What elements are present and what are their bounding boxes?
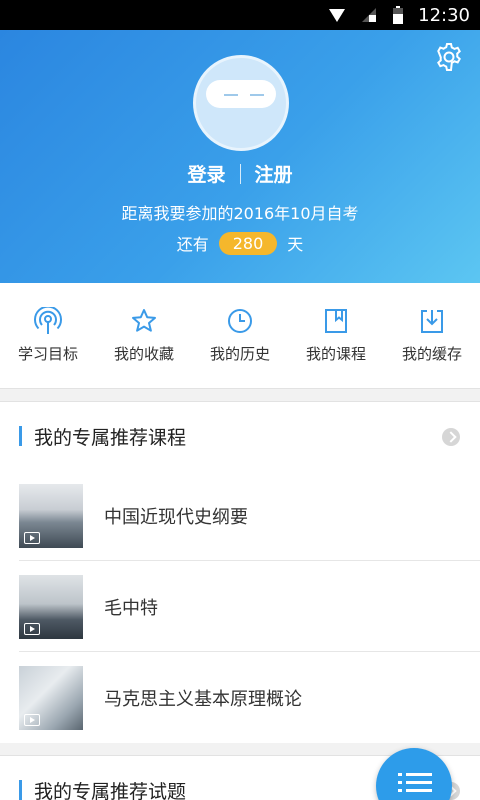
register-link[interactable]: 注册 [255,160,293,187]
list-item[interactable]: 中国近现代史纲要 [0,470,480,561]
video-icon [24,622,40,635]
count-suffix: 天 [287,235,304,254]
auth-links: 登录 注册 [0,160,480,187]
section-title: 我的专属推荐试题 [34,780,187,800]
count-prefix: 还有 [176,235,209,254]
list-item[interactable]: 马克思主义基本原理概论 [0,652,480,743]
target-icon [34,307,62,334]
quick-menu: 学习目标 我的收藏 我的历史 我的课程 我的缓存 [0,283,480,389]
profile-header: 登录 注册 距离我要参加的2016年10月自考 还有 280 天 [0,30,480,283]
menu-label: 我的缓存 [401,345,462,363]
course-name: 中国近现代史纲要 [104,506,248,528]
course-name: 马克思主义基本原理概论 [104,688,302,710]
video-icon [24,713,40,726]
settings-gear-icon[interactable] [434,42,464,72]
course-thumbnail [19,574,83,639]
menu-item-my-courses[interactable]: 我的课程 [290,307,382,364]
course-thumbnail [19,483,83,548]
exam-countdown-text: 距离我要参加的2016年10月自考 [121,204,359,223]
days-remaining-line: 还有 280 天 [0,231,480,255]
menu-label: 我的历史 [209,345,270,363]
section-title: 我的专属推荐课程 [34,426,187,449]
menu-label: 我的课程 [305,345,366,363]
list-item[interactable]: 毛中特 [0,561,480,652]
menu-item-history[interactable]: 我的历史 [194,307,286,364]
section-header[interactable]: 我的专属推荐课程 [0,402,480,470]
battery-icon [393,6,404,24]
wifi-icon [329,9,346,22]
menu-label: 我的收藏 [113,345,174,363]
course-name: 毛中特 [104,597,158,619]
recommended-courses-section: 我的专属推荐课程 中国近现代史纲要 毛中特 马克思主义基本原理概论 [0,401,480,743]
clock-time: 12:30 [418,4,470,26]
status-bar: 12:30 [0,0,480,30]
section-accent-bar [19,426,22,446]
menu-item-favorites[interactable]: 我的收藏 [98,307,190,364]
section-accent-bar [19,780,22,800]
menu-label: 学习目标 [17,345,78,363]
clock-icon [228,309,252,333]
auth-divider [239,163,241,184]
menu-item-study-goal[interactable]: 学习目标 [2,307,94,364]
download-icon [421,310,443,333]
login-link[interactable]: 登录 [187,160,225,187]
chevron-right-icon[interactable] [442,428,460,446]
avatar[interactable] [193,55,289,151]
signal-icon [362,8,377,22]
days-remaining-badge: 280 [218,231,278,255]
star-icon [132,309,156,332]
course-thumbnail [19,665,83,730]
book-icon [325,309,347,333]
menu-item-my-cache[interactable]: 我的缓存 [386,307,478,364]
video-icon [24,531,40,544]
